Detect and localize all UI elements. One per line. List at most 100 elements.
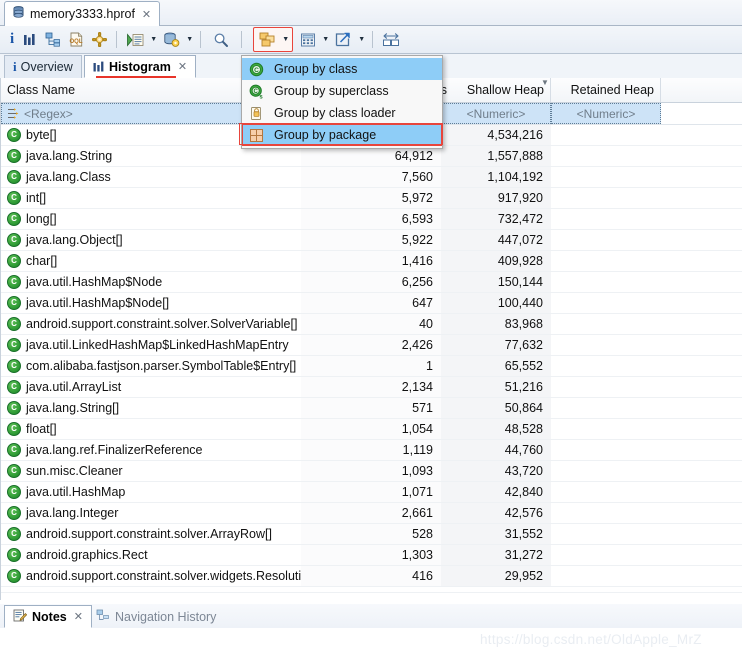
tab-notes[interactable]: Notes ✕ [4, 605, 92, 628]
chevron-down-icon[interactable]: ▼ [148, 29, 159, 51]
table-row[interactable]: Candroid.graphics.Rect 1,303 31,272 [1, 545, 742, 566]
table-row[interactable]: Cjava.util.HashMap$Node[] 647 100,440 [1, 293, 742, 314]
table-row[interactable]: Cjava.util.HashMap 1,071 42,840 [1, 482, 742, 503]
close-icon[interactable]: ✕ [74, 610, 83, 623]
tab-navigation-history[interactable]: Navigation History [88, 605, 224, 628]
table-row[interactable]: Candroid.support.constraint.solver.Solve… [1, 314, 742, 335]
shallow-heap-cell: 4,534,216 [441, 125, 551, 145]
column-header-retained-heap[interactable]: Retained Heap [551, 78, 661, 102]
class-icon: C [7, 485, 21, 499]
class-name-label: java.lang.String [26, 149, 113, 163]
shallow-heap-cell: 732,472 [441, 209, 551, 229]
class-name-label: android.support.constraint.solver.ArrayR… [26, 527, 272, 541]
table-row[interactable]: Cint[] 5,972 917,920 [1, 188, 742, 209]
compare-icon[interactable] [379, 29, 403, 51]
close-icon[interactable]: ✕ [142, 9, 151, 20]
histogram-icon[interactable] [19, 29, 40, 51]
class-name-label: java.lang.Integer [26, 506, 119, 520]
class-name-cell: Cbyte[] [1, 125, 57, 145]
menu-item-group-by-superclass[interactable]: C s Group by superclass [242, 80, 442, 102]
group-by-icon[interactable] [256, 29, 279, 51]
retained-heap-cell [551, 440, 661, 460]
retained-heap-cell [551, 356, 661, 376]
mat-heap-analyzer-window: memory3333.hprof ✕ i OQL ▼ ▼ ▼ ▼ ▼ i Ove… [0, 0, 742, 660]
retained-heap-cell [551, 482, 661, 502]
chevron-down-icon[interactable]: ▼ [320, 29, 331, 51]
class-name-label: java.util.LinkedHashMap$LinkedHashMapEnt… [26, 338, 289, 352]
class-name-cell: Cjava.lang.Integer [1, 503, 118, 523]
oql-icon[interactable]: OQL [66, 29, 87, 51]
inspect-icon[interactable] [89, 29, 110, 51]
shallow-heap-cell: 31,272 [441, 545, 551, 565]
find-icon[interactable] [207, 29, 235, 51]
toolbar-separator [372, 31, 374, 48]
table-row[interactable]: Clong[] 6,593 732,472 [1, 209, 742, 230]
dominator-tree-icon[interactable] [42, 29, 64, 51]
toolbar-separator [241, 31, 243, 48]
editor-tab-memory-hprof[interactable]: memory3333.hprof ✕ [4, 1, 161, 26]
chevron-down-icon[interactable]: ▼ [280, 29, 291, 51]
watermark-text: https://blog.csdn.net/OldApple_MrZ [480, 632, 702, 647]
export-icon[interactable] [332, 29, 355, 51]
table-row[interactable]: Csun.misc.Cleaner 1,093 43,720 [1, 461, 742, 482]
group-by-toolbar-highlight: ▼ [253, 27, 294, 52]
menu-item-group-by-class-loader[interactable]: Group by class loader [242, 102, 442, 124]
main-toolbar: i OQL ▼ ▼ ▼ ▼ ▼ [0, 26, 742, 54]
shallow-heap-cell: 77,632 [441, 335, 551, 355]
table-row[interactable]: Cchar[] 1,416 409,928 [1, 251, 742, 272]
filter-input-retained-heap[interactable]: <Numeric> [551, 103, 661, 124]
retained-heap-cell [551, 146, 661, 166]
tab-navigation-history-label: Navigation History [115, 609, 217, 624]
table-row[interactable]: Cjava.util.ArrayList 2,134 51,216 [1, 377, 742, 398]
table-row[interactable]: Cjava.lang.ref.FinalizerReference 1,119 44… [1, 440, 742, 461]
retained-heap-cell [551, 377, 661, 397]
bottom-tab-bar: Notes ✕ Navigation History [0, 604, 742, 629]
table-row[interactable]: Ccom.alibaba.fastjson.parser.SymbolTable… [1, 356, 742, 377]
tab-overview-label: Overview [20, 60, 73, 74]
class-icon: C [7, 569, 21, 583]
table-row[interactable]: Cfloat[] 1,054 48,528 [1, 419, 742, 440]
run-expert-system-icon[interactable] [123, 29, 147, 51]
chevron-down-icon[interactable]: ▼ [184, 29, 195, 51]
menu-item-group-by-package[interactable]: Group by package [242, 124, 442, 146]
column-header-shallow-heap[interactable]: Shallow Heap [441, 78, 551, 102]
class-name-label: java.util.HashMap$Node [26, 275, 163, 289]
table-row[interactable]: Candroid.support.constraint.solver.Array… [1, 524, 742, 545]
navigation-history-icon [96, 609, 110, 625]
objects-cell: 64,912 [301, 146, 441, 166]
table-row[interactable]: Cjava.lang.Object[] 5,922 447,072 [1, 230, 742, 251]
toolbar-separator [200, 31, 202, 48]
tab-histogram[interactable]: Histogram ✕ [84, 55, 197, 78]
class-name-label: java.util.HashMap [26, 485, 126, 499]
retained-heap-cell [551, 230, 661, 250]
shallow-heap-cell: 100,440 [441, 293, 551, 313]
menu-item-group-by-class[interactable]: C Group by class [242, 58, 442, 80]
class-name-label: java.lang.String[] [26, 401, 120, 415]
class-name-cell: Cjava.util.HashMap$Node[] [1, 293, 169, 313]
class-name-label: android.support.constraint.solver.Solver… [26, 317, 298, 331]
table-row[interactable]: Cjava.lang.Class 7,560 1,104,192 [1, 167, 742, 188]
calculator-icon[interactable] [297, 29, 319, 51]
editor-tab-title: memory3333.hprof [30, 7, 135, 21]
table-row[interactable]: Cjava.util.HashMap$Node 6,256 150,144 [1, 272, 742, 293]
class-icon: C [7, 527, 21, 541]
table-row[interactable]: Cjava.lang.Integer 2,661 42,576 [1, 503, 742, 524]
table-row[interactable]: Cjava.lang.String 64,912 1,557,888 [1, 146, 742, 167]
tab-overview[interactable]: i Overview [4, 55, 82, 78]
shallow-heap-cell: 917,920 [441, 188, 551, 208]
query-browser-icon[interactable] [160, 29, 183, 51]
objects-cell: 6,256 [301, 272, 441, 292]
class-icon: C [7, 380, 21, 394]
objects-cell: 5,972 [301, 188, 441, 208]
objects-cell: 1,093 [301, 461, 441, 481]
table-row[interactable]: Cjava.lang.String[] 571 50,864 [1, 398, 742, 419]
shallow-heap-cell: 1,104,192 [441, 167, 551, 187]
table-row[interactable]: Candroid.support.constraint.solver.widge… [1, 566, 742, 587]
chevron-down-icon[interactable]: ▼ [356, 29, 367, 51]
filter-input-shallow-heap[interactable]: <Numeric> [441, 103, 551, 124]
table-row[interactable]: Cjava.util.LinkedHashMap$LinkedHashMapEn… [1, 335, 742, 356]
overview-info-icon[interactable]: i [7, 29, 17, 51]
histogram-table: Class Name Objects Shallow Heap Retained… [0, 78, 742, 600]
table-row-partial[interactable] [1, 587, 742, 593]
close-icon[interactable]: ✕ [178, 60, 187, 73]
